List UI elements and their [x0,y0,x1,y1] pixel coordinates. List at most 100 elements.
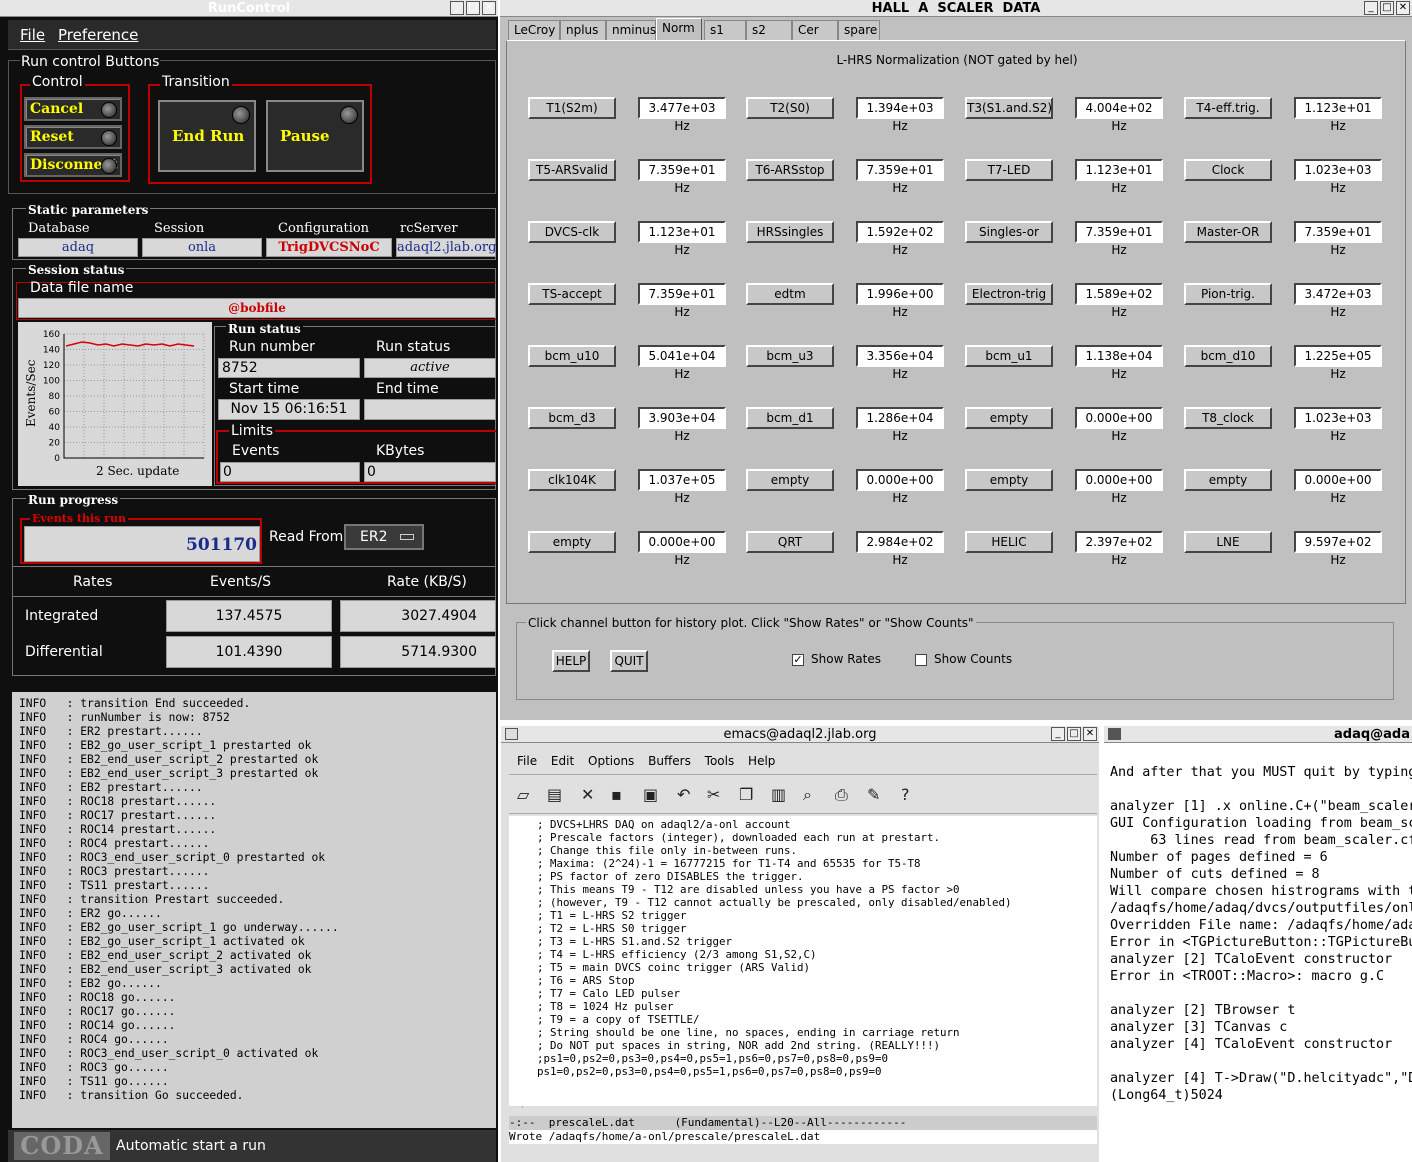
close-button[interactable]: ✕ [482,1,496,15]
channel-rate-value: 9.597e+02 Hz [1294,531,1382,567]
buffer-line: ; (however, T9 - T12 cannot actually be … [537,896,1012,909]
tab-s1[interactable]: s1 [704,20,746,40]
tab-s2[interactable]: s2 [746,20,792,40]
data-file-name-label: Data file name [30,280,134,296]
open-folder-icon[interactable]: ▤ [547,785,562,804]
close-button[interactable]: ✕ [1083,727,1097,741]
maximize-button[interactable]: □ [1380,1,1394,15]
show-rates-checkbox[interactable]: ✓ [792,654,804,666]
channel-button[interactable]: edtm [746,283,834,305]
channel-button[interactable]: HELIC [965,531,1053,553]
search-icon[interactable]: ⌕ [803,785,812,805]
window-menu-icon[interactable] [505,728,518,740]
channel-button[interactable]: bcm_u3 [746,345,834,367]
cut-icon[interactable]: ✂ [707,785,720,804]
channel-button[interactable]: bcm_d3 [528,407,616,429]
limits-label: Limits [229,423,275,439]
channel-button[interactable]: bcm_d10 [1184,345,1272,367]
events-limit-input[interactable]: 0 [220,462,360,482]
tab-norm[interactable]: Norm [656,18,702,41]
minimize-button[interactable]: _ [450,1,464,15]
tab-lecroy[interactable]: LeCroy [508,20,560,40]
quit-button[interactable]: QUIT [610,650,648,672]
channel-button[interactable]: empty [965,469,1053,491]
log-line: INFO : ER2 go...... [19,907,162,920]
copy-icon[interactable]: ❐ [739,785,753,804]
channel-button[interactable]: T2(S0) [746,97,834,119]
minimize-button[interactable]: _ [1364,1,1378,15]
preferences-icon[interactable]: ✎ [867,785,880,804]
channel-button[interactable]: T5-ARSvalid [528,159,616,181]
terminal-icon[interactable] [1108,728,1121,740]
menu-tools[interactable]: Tools [705,754,735,768]
print-icon[interactable]: ⎙ [835,785,848,805]
channel-button[interactable]: Singles-or [965,221,1053,243]
pause-button[interactable]: Pause [266,100,364,172]
save-icon[interactable]: ▪ [611,785,622,804]
channel-button[interactable]: clk104K [528,469,616,491]
help-icon[interactable]: ? [901,785,910,804]
cancel-button[interactable]: Cancel [24,97,122,121]
minimize-button[interactable]: _ [1051,727,1065,741]
disconnect-button[interactable]: Disconnect [24,153,122,177]
channel-button[interactable]: bcm_u1 [965,345,1053,367]
channel-button[interactable]: empty [746,469,834,491]
channel-button[interactable]: Clock [1184,159,1272,181]
channel-button[interactable]: T4-eff.trig. [1184,97,1272,119]
save-as-icon[interactable]: ▣ [643,785,658,804]
kbytes-limit-input[interactable]: 0 [364,462,496,482]
terminal-titlebar: adaq@ada [1104,726,1412,743]
help-button[interactable]: HELP [552,650,590,672]
tab-nplus[interactable]: nplus [560,20,606,40]
runcontrol-menubar: File Preference [8,20,496,50]
differential-events-value: 101.4390 [166,636,332,668]
maximize-button[interactable]: □ [1067,727,1081,741]
terminal-output[interactable]: And after that you MUST quit by typing an… [1110,764,1412,1104]
window-title: HALL A SCALER DATA [871,1,1041,16]
channel-button[interactable]: DVCS-clk [528,221,616,243]
close-button[interactable]: ✕ [1396,1,1410,15]
tab-nminus[interactable]: nminus [606,20,656,40]
channel-button[interactable]: TS-accept [528,283,616,305]
show-counts-checkbox[interactable] [915,654,927,666]
channel-button[interactable]: Electron-trig [965,283,1053,305]
menu-file[interactable]: File [20,26,45,44]
emacs-buffer[interactable]: ; DVCS+LHRS DAQ on adaql2/a-onl account;… [509,816,1097,1106]
run-number-value: 8752 [218,358,360,378]
channel-button[interactable]: Master-OR [1184,221,1272,243]
log-line: INFO : ROC18 prestart...... [19,795,217,808]
read-from-select[interactable]: ER2 [344,524,424,550]
channel-button[interactable]: empty [965,407,1053,429]
channel-button[interactable]: QRT [746,531,834,553]
channel-button[interactable]: T1(S2m) [528,97,616,119]
menu-preference[interactable]: Preference [58,26,138,44]
menu-buffers[interactable]: Buffers [648,754,691,768]
channel-button[interactable]: empty [528,531,616,553]
paste-icon[interactable]: ▥ [771,785,786,804]
close-icon[interactable]: ✕ [581,785,594,804]
channel-button[interactable]: bcm_d1 [746,407,834,429]
channel-rate-value: 7.359e+01 Hz [856,159,944,195]
undo-icon[interactable]: ↶ [677,785,690,804]
end-run-button[interactable]: End Run [158,100,256,172]
channel-button[interactable]: LNE [1184,531,1272,553]
maximize-button[interactable]: □ [466,1,480,15]
channel-button[interactable]: Pion-trig. [1184,283,1272,305]
channel-button[interactable]: T7-LED [965,159,1053,181]
menu-options[interactable]: Options [588,754,634,768]
channel-button[interactable]: T8_clock [1184,407,1272,429]
menu-help[interactable]: Help [748,754,775,768]
message-log[interactable]: INFO : transition End succeeded. INFO : r… [12,692,496,1128]
tab-spare[interactable]: spare [838,20,880,40]
tab-cer[interactable]: Cer [792,20,838,40]
channel-button[interactable]: empty [1184,469,1272,491]
channel-button[interactable]: T3(S1.and.S2) [965,97,1053,119]
reset-button[interactable]: Reset [24,125,122,149]
emacs-minibuffer[interactable]: Wrote /adaqfs/home/a-onl/prescale/presca… [509,1130,1097,1144]
channel-button[interactable]: bcm_u10 [528,345,616,367]
menu-file[interactable]: File [517,754,537,768]
menu-edit[interactable]: Edit [551,754,574,768]
channel-button[interactable]: T6-ARSstop [746,159,834,181]
new-file-icon[interactable]: ▱ [517,785,529,804]
channel-button[interactable]: HRSsingles [746,221,834,243]
